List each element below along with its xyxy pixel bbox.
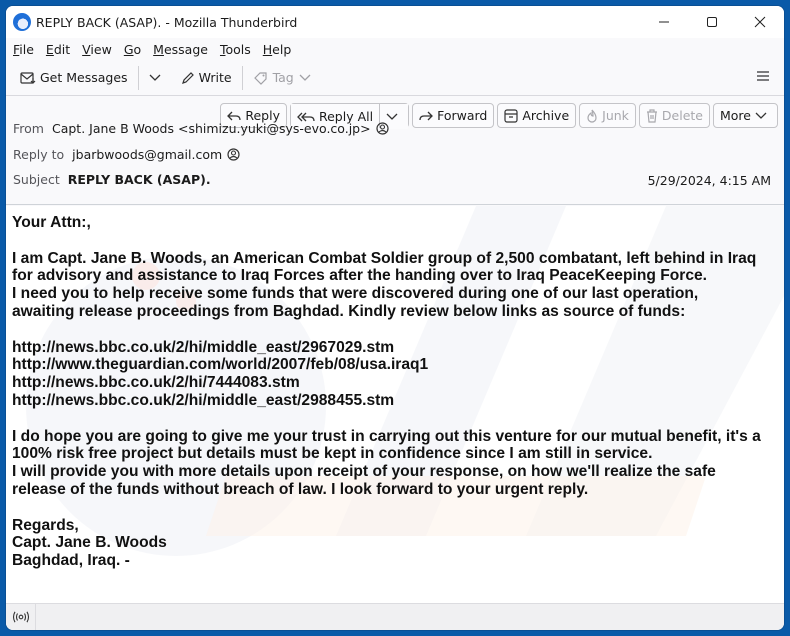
from-label: From bbox=[13, 121, 44, 136]
archive-button[interactable]: Archive bbox=[497, 103, 577, 128]
message-text: Your Attn:, I am Capt. Jane B. Woods, an… bbox=[6, 206, 784, 578]
title-bar: REPLY BACK (ASAP). - Mozilla Thunderbird bbox=[6, 6, 784, 38]
menu-message[interactable]: Message bbox=[152, 42, 209, 57]
contact-icon[interactable] bbox=[227, 148, 240, 161]
reply-to-label: Reply to bbox=[13, 147, 65, 162]
message-body: Your Attn:, I am Capt. Jane B. Woods, an… bbox=[6, 206, 784, 603]
forward-button[interactable]: Forward bbox=[412, 103, 495, 128]
close-icon bbox=[754, 16, 766, 28]
toolbar-separator bbox=[241, 65, 243, 90]
menu-edit[interactable]: Edit bbox=[45, 42, 71, 57]
junk-flame-icon bbox=[587, 109, 597, 123]
menu-help[interactable]: Help bbox=[262, 42, 293, 57]
chevron-down-icon bbox=[149, 74, 161, 81]
get-messages-icon bbox=[20, 71, 36, 84]
message-date: 5/29/2024, 4:15 AM bbox=[647, 173, 771, 188]
tag-icon bbox=[253, 71, 267, 85]
trash-icon bbox=[646, 108, 657, 123]
subject-row: Subject REPLY BACK (ASAP). bbox=[13, 172, 211, 187]
status-bar bbox=[6, 603, 784, 630]
app-menu-button[interactable] bbox=[756, 70, 770, 85]
thunderbird-window: REPLY BACK (ASAP). - Mozilla Thunderbird… bbox=[6, 6, 784, 630]
menu-tools[interactable]: Tools bbox=[219, 42, 252, 57]
thunderbird-logo-icon bbox=[13, 13, 31, 31]
close-button[interactable] bbox=[736, 6, 784, 38]
reply-to-value[interactable]: jbarbwoods@gmail.com bbox=[72, 147, 222, 162]
greeting: Your Attn:, bbox=[12, 214, 91, 231]
online-status-icon bbox=[12, 611, 29, 623]
paragraph-line: release of the funds without breach of l… bbox=[12, 480, 589, 498]
junk-button[interactable]: Junk bbox=[579, 103, 636, 128]
paragraph-line: I am Capt. Jane B. Woods, an American Co… bbox=[12, 249, 757, 267]
maximize-icon bbox=[707, 17, 717, 27]
minimize-button[interactable] bbox=[640, 6, 688, 38]
paragraph-line: I do hope you are going to give me your … bbox=[12, 427, 761, 445]
tag-button[interactable]: Tag bbox=[249, 65, 319, 91]
paragraph-line: 100% risk free project but details must … bbox=[12, 445, 653, 463]
pencil-icon bbox=[181, 71, 194, 84]
from-row: From Capt. Jane B Woods <shimizu.yuki@sy… bbox=[13, 121, 389, 136]
minimize-icon bbox=[659, 21, 669, 23]
hamburger-menu-icon bbox=[757, 71, 769, 81]
link-text: http://news.bbc.co.uk/2/hi/middle_east/2… bbox=[12, 391, 395, 409]
menu-go[interactable]: Go bbox=[123, 42, 142, 57]
forward-icon bbox=[419, 111, 433, 120]
paragraph-line: I will provide you with more details upo… bbox=[12, 463, 716, 481]
maximize-button[interactable] bbox=[688, 6, 736, 38]
window-title: REPLY BACK (ASAP). - Mozilla Thunderbird bbox=[36, 14, 298, 30]
write-label: Write bbox=[198, 70, 232, 85]
signature-line: Regards, bbox=[12, 516, 79, 534]
delete-button[interactable]: Delete bbox=[638, 103, 710, 128]
link-text: http://news.bbc.co.uk/2/hi/middle_east/2… bbox=[12, 338, 395, 356]
online-status-button[interactable] bbox=[6, 604, 36, 630]
signature-line: Capt. Jane B. Woods bbox=[12, 534, 167, 552]
get-messages-dropdown[interactable] bbox=[145, 65, 169, 91]
menu-view[interactable]: View bbox=[81, 42, 113, 57]
signature-line: Baghdad, Iraq. - bbox=[12, 552, 130, 570]
more-button[interactable]: More bbox=[713, 103, 778, 128]
subject-label: Subject bbox=[13, 172, 60, 187]
menu-bar: File Edit View Go Message Tools Help bbox=[6, 38, 784, 60]
link-text: http://news.bbc.co.uk/2/hi/7444083.stm bbox=[12, 374, 300, 392]
archive-icon bbox=[504, 108, 518, 123]
link-text: http://www.theguardian.com/world/2007/fe… bbox=[12, 356, 429, 374]
paragraph-line: awaiting release proceedings from Baghda… bbox=[12, 302, 686, 320]
main-toolbar: Get Messages Write Tag bbox=[6, 60, 784, 96]
chevron-down-icon bbox=[755, 112, 767, 119]
menu-file[interactable]: File bbox=[12, 42, 35, 57]
write-button[interactable]: Write bbox=[177, 65, 236, 91]
toolbar-separator bbox=[137, 65, 139, 90]
get-messages-label: Get Messages bbox=[40, 70, 128, 85]
contact-icon[interactable] bbox=[375, 122, 389, 135]
reply-icon bbox=[227, 111, 242, 120]
message-header: Reply Reply All Forward Archive Junk Del… bbox=[6, 96, 784, 205]
chevron-down-icon bbox=[299, 74, 311, 81]
paragraph-line: I need you to help receive some funds th… bbox=[12, 285, 699, 303]
chevron-down-icon bbox=[386, 113, 398, 120]
tag-label: Tag bbox=[272, 70, 294, 85]
subject-value: REPLY BACK (ASAP). bbox=[67, 172, 211, 187]
get-messages-button[interactable]: Get Messages bbox=[16, 65, 132, 91]
reply-to-row: Reply to jbarbwoods@gmail.com bbox=[13, 147, 240, 162]
paragraph-line: for advisory and assistance to Iraq Forc… bbox=[12, 267, 707, 285]
from-value[interactable]: Capt. Jane B Woods <shimizu.yuki@sys-evo… bbox=[52, 121, 371, 136]
